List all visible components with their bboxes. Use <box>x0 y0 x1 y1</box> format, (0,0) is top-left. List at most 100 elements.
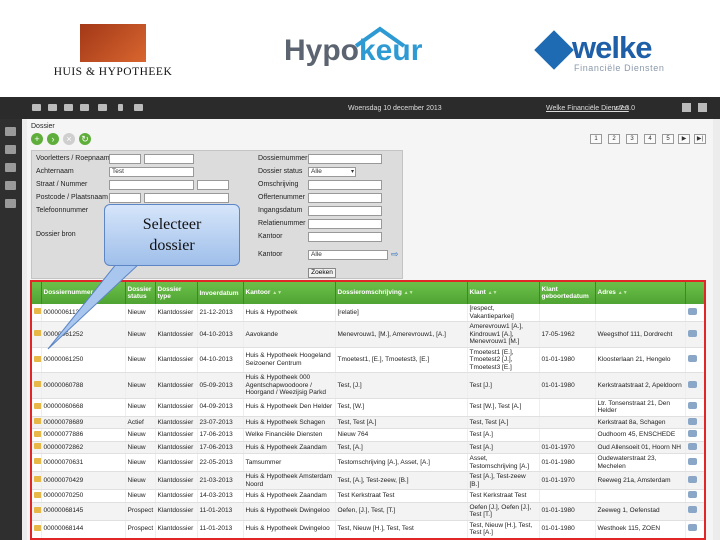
delete-dossier-icon[interactable]: × <box>63 133 75 145</box>
page-button-4[interactable]: 4 <box>644 134 656 144</box>
table-row[interactable]: 00000068145 Prospect Klantdossier 11-01-201… <box>32 502 704 521</box>
huis-hypotheek-mark-icon <box>80 24 146 62</box>
page-button-5[interactable]: 5 <box>662 134 674 144</box>
table-cell: 04-10-2013 <box>197 347 244 373</box>
edit-icon[interactable] <box>685 453 704 472</box>
folder-icon[interactable] <box>32 520 42 538</box>
edit-icon[interactable] <box>685 489 704 503</box>
zoeken-button[interactable]: Zoeken <box>308 268 336 278</box>
table-cell: Test [J.] <box>467 372 540 399</box>
logout-icon[interactable] <box>698 103 707 112</box>
folder-icon[interactable] <box>32 398 42 417</box>
edit-icon[interactable] <box>685 416 704 429</box>
edit-icon[interactable] <box>685 520 704 538</box>
last-page-button[interactable]: ▶| <box>694 134 706 144</box>
kantoor-select[interactable]: Alle <box>308 250 388 260</box>
header-status[interactable]: Dossier status <box>125 282 156 304</box>
table-cell: Klantdossier <box>155 416 198 429</box>
document-icon[interactable] <box>98 104 107 111</box>
table-row[interactable]: 00000068144 Prospect Klantdossier 11-01-201… <box>32 520 704 538</box>
header-adres[interactable]: Adres ▲▼ <box>595 282 686 304</box>
header-klant[interactable]: Klant ▲▼ <box>467 282 540 304</box>
header-invoerdatum[interactable]: Invoerdatum <box>197 282 244 304</box>
kantoor-input-top[interactable] <box>308 232 382 242</box>
folder-icon[interactable] <box>32 471 42 490</box>
print-icon[interactable] <box>80 104 89 111</box>
edit-icon[interactable] <box>685 441 704 454</box>
header-geboortedatum[interactable]: Klant geboortedatum <box>539 282 596 304</box>
kantoor-label: Kantoor <box>258 251 283 258</box>
header-type[interactable]: Dossier type <box>155 282 198 304</box>
voorletters-input[interactable] <box>109 154 141 164</box>
header-dossiernummer[interactable]: Dossiernummer ▲▼ <box>41 282 126 304</box>
pin-icon[interactable] <box>118 104 123 111</box>
table-row[interactable]: 00000072862 Nieuw Klantdossier 17-06-2013 Hu… <box>32 441 704 454</box>
arrow-right-icon[interactable]: ⇨ <box>391 249 399 260</box>
table-row[interactable]: 00000077886 Nieuw Klantdossier 17-06-2013 We… <box>32 428 704 442</box>
huisnummer-input[interactable] <box>197 180 229 190</box>
next-page-button[interactable]: ▶ <box>678 134 690 144</box>
chart-icon[interactable] <box>5 181 16 190</box>
home-icon[interactable] <box>32 104 41 111</box>
edit-icon[interactable] <box>685 304 704 322</box>
edit-icon[interactable] <box>685 428 704 442</box>
table-cell: Welke Financiële Diensten <box>243 428 336 442</box>
postcode-input[interactable] <box>109 193 141 203</box>
page-button-2[interactable]: 2 <box>608 134 620 144</box>
ingangsdatum-input[interactable] <box>308 206 382 216</box>
folder-icon[interactable] <box>32 441 42 454</box>
edit-icon[interactable] <box>685 347 704 373</box>
add-dossier-icon[interactable]: + <box>31 133 43 145</box>
refresh-icon[interactable]: ↻ <box>79 133 91 145</box>
table-row[interactable]: 00000061250 Nieuw Klantdossier 04-10-2013 Hu… <box>32 347 704 373</box>
mail-icon[interactable] <box>64 104 73 111</box>
edit-icon[interactable] <box>685 502 704 521</box>
table-row[interactable]: 00000070250 Nieuw Klantdossier 14-03-2013 Hu… <box>32 489 704 503</box>
briefcase-icon[interactable] <box>5 199 16 208</box>
sliders-icon[interactable] <box>5 163 16 172</box>
straat-input[interactable] <box>109 180 194 190</box>
edit-icon[interactable] <box>685 321 704 348</box>
help-icon[interactable] <box>682 103 691 112</box>
calendar-icon[interactable] <box>48 104 57 111</box>
header-omschrijving[interactable]: Dossieromschrijving ▲▼ <box>335 282 468 304</box>
dossier-status-select[interactable]: Alle ▾ <box>308 167 356 177</box>
folder-icon[interactable] <box>32 372 42 399</box>
omschrijving-input[interactable] <box>308 180 382 190</box>
table-cell: 01-01-1980 <box>539 347 596 373</box>
table-row[interactable]: 00000061131 Nieuw Klantdossier 21-12-2013 Hu… <box>32 304 704 322</box>
folder-icon[interactable] <box>32 321 42 348</box>
table-row[interactable]: 00000070631 Nieuw Klantdossier 22-05-2013 Ta… <box>32 453 704 472</box>
open-dossier-icon[interactable]: › <box>47 133 59 145</box>
table-row[interactable]: 00000061252 Nieuw Klantdossier 04-10-2013 Aa… <box>32 321 704 348</box>
table-cell: Klantdossier <box>155 347 198 373</box>
folder-icon[interactable] <box>32 347 42 373</box>
relatienummer-input[interactable] <box>308 219 382 229</box>
offertenummer-input[interactable] <box>308 193 382 203</box>
folder-icon[interactable] <box>32 453 42 472</box>
filter-icon[interactable] <box>5 145 16 154</box>
edit-icon[interactable] <box>685 372 704 399</box>
table-row[interactable]: 00000060788 Nieuw Klantdossier 05-09-2013 Hu… <box>32 372 704 399</box>
page-button-3[interactable]: 3 <box>626 134 638 144</box>
folder-icon[interactable] <box>32 304 42 322</box>
table-row[interactable]: 00000070429 Nieuw Klantdossier 21-03-2013 Hu… <box>32 471 704 490</box>
edit-icon[interactable] <box>685 471 704 490</box>
folder-icon[interactable] <box>32 416 42 429</box>
dossiernummer-input[interactable] <box>308 154 382 164</box>
table-row[interactable]: 00000060668 Nieuw Klantdossier 04-09-2013 Hu… <box>32 398 704 417</box>
folder-icon[interactable] <box>32 502 42 521</box>
edit-icon[interactable] <box>685 398 704 417</box>
table-cell: Klantdossier <box>155 321 198 348</box>
leaf-icon[interactable] <box>5 127 16 136</box>
plaatsnaam-input[interactable] <box>144 193 229 203</box>
header-kantoor[interactable]: Kantoor ▲▼ <box>243 282 336 304</box>
table-row[interactable]: 00000078689 Actief Klantdossier 23-07-2013 H… <box>32 416 704 429</box>
folder-icon[interactable] <box>32 489 42 503</box>
table-cell: Huis & Hypotheek 000 Agentschapwoodoore … <box>243 372 336 399</box>
roepnaam-input[interactable] <box>144 154 194 164</box>
tools-icon[interactable] <box>134 104 143 111</box>
page-button-1[interactable]: 1 <box>590 134 602 144</box>
achternaam-input[interactable]: Test <box>109 167 194 177</box>
folder-icon[interactable] <box>32 428 42 442</box>
